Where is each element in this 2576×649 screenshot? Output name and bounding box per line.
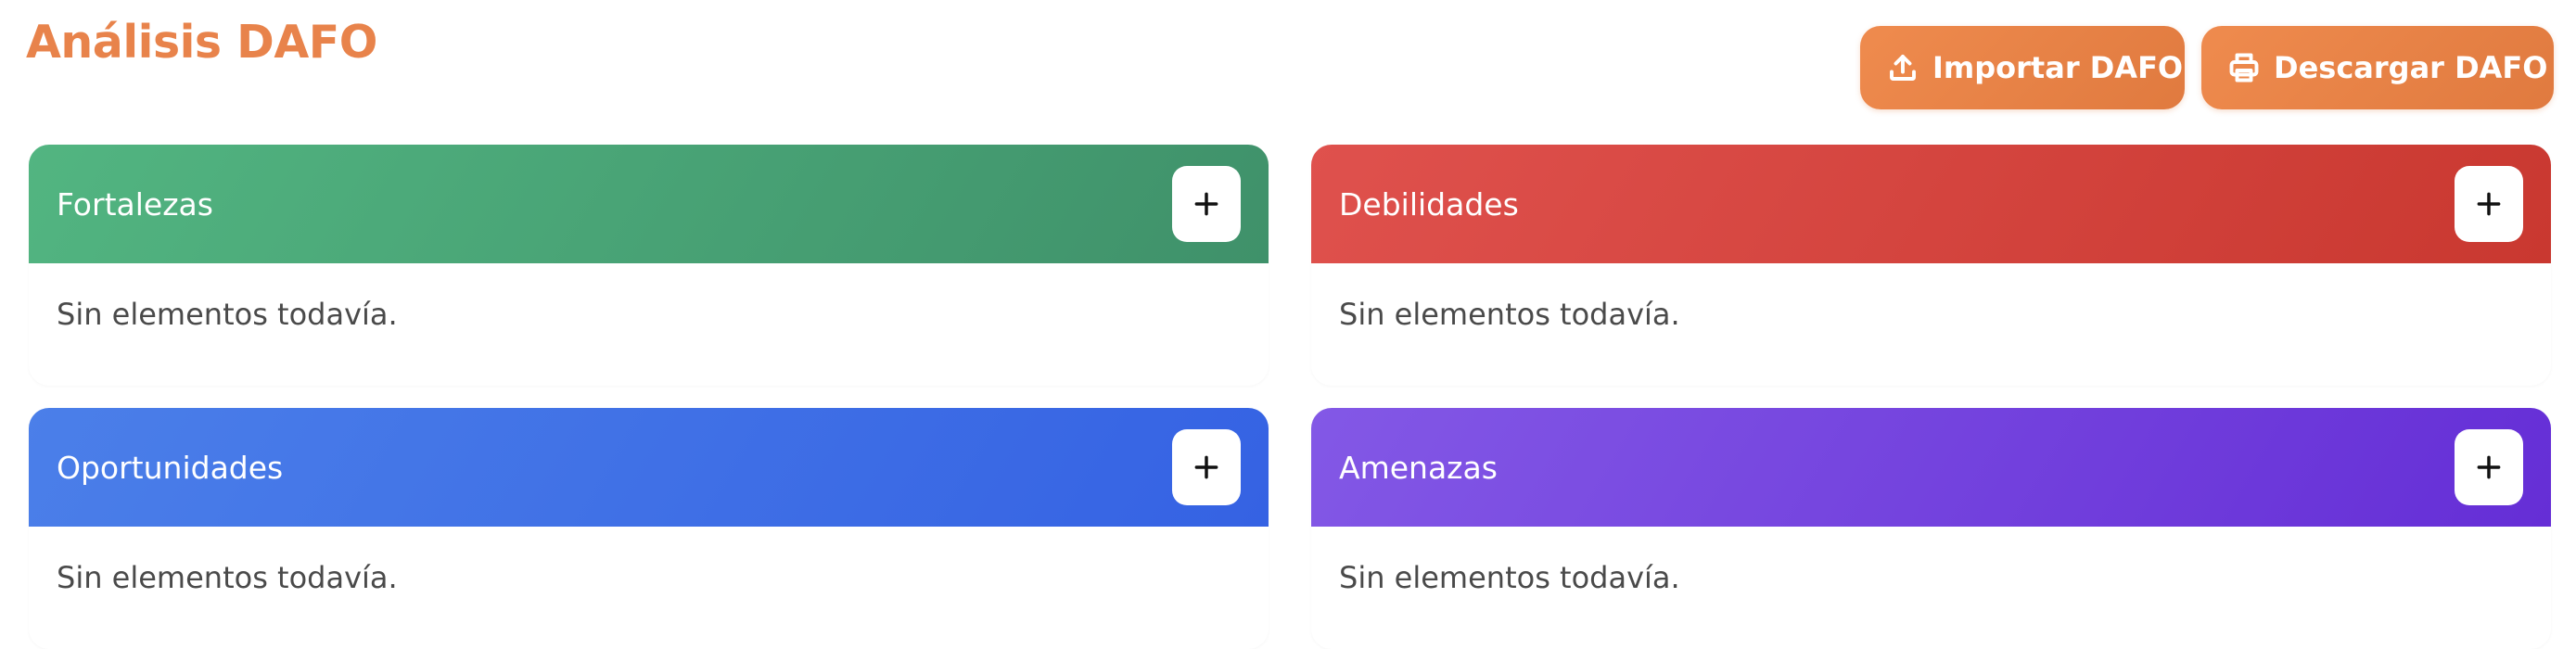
empty-state-text: Sin elementos todavía. [57, 297, 398, 332]
import-dafo-button[interactable]: Importar DAFO [1860, 26, 2185, 109]
quadrant-header: Fortalezas [29, 145, 1269, 263]
toolbar: Importar DAFO Descargar DAFO [1860, 26, 2554, 109]
empty-state-text: Sin elementos todavía. [57, 560, 398, 595]
download-dafo-label: Descargar DAFO [2274, 50, 2548, 85]
quadrant-title: Oportunidades [57, 449, 284, 486]
printer-icon [2227, 50, 2261, 85]
quadrant-title: Debilidades [1339, 185, 1519, 223]
quadrant-oportunidades: Oportunidades Sin elementos todavía. [29, 408, 1269, 649]
download-dafo-button[interactable]: Descargar DAFO [2201, 26, 2554, 109]
empty-state-text: Sin elementos todavía. [1339, 297, 1680, 332]
plus-icon [1194, 192, 1218, 216]
plus-icon [1194, 455, 1218, 479]
quadrant-header: Debilidades [1311, 145, 2551, 263]
quadrant-title: Amenazas [1339, 449, 1498, 486]
add-amenaza-button[interactable] [2455, 429, 2523, 505]
quadrant-title: Fortalezas [57, 185, 213, 223]
upload-icon [1886, 50, 1919, 85]
add-fortaleza-button[interactable] [1172, 166, 1241, 242]
import-dafo-label: Importar DAFO [1932, 50, 2184, 85]
empty-state-text: Sin elementos todavía. [1339, 560, 1680, 595]
quadrant-fortalezas: Fortalezas Sin elementos todavía. [29, 145, 1269, 386]
plus-icon [2477, 192, 2501, 216]
quadrant-debilidades: Debilidades Sin elementos todavía. [1311, 145, 2551, 386]
add-debilidad-button[interactable] [2455, 166, 2523, 242]
quadrant-header: Oportunidades [29, 408, 1269, 527]
add-oportunidad-button[interactable] [1172, 429, 1241, 505]
plus-icon [2477, 455, 2501, 479]
quadrant-header: Amenazas [1311, 408, 2551, 527]
page-title: Análisis DAFO [26, 16, 377, 69]
quadrant-amenazas: Amenazas Sin elementos todavía. [1311, 408, 2551, 649]
